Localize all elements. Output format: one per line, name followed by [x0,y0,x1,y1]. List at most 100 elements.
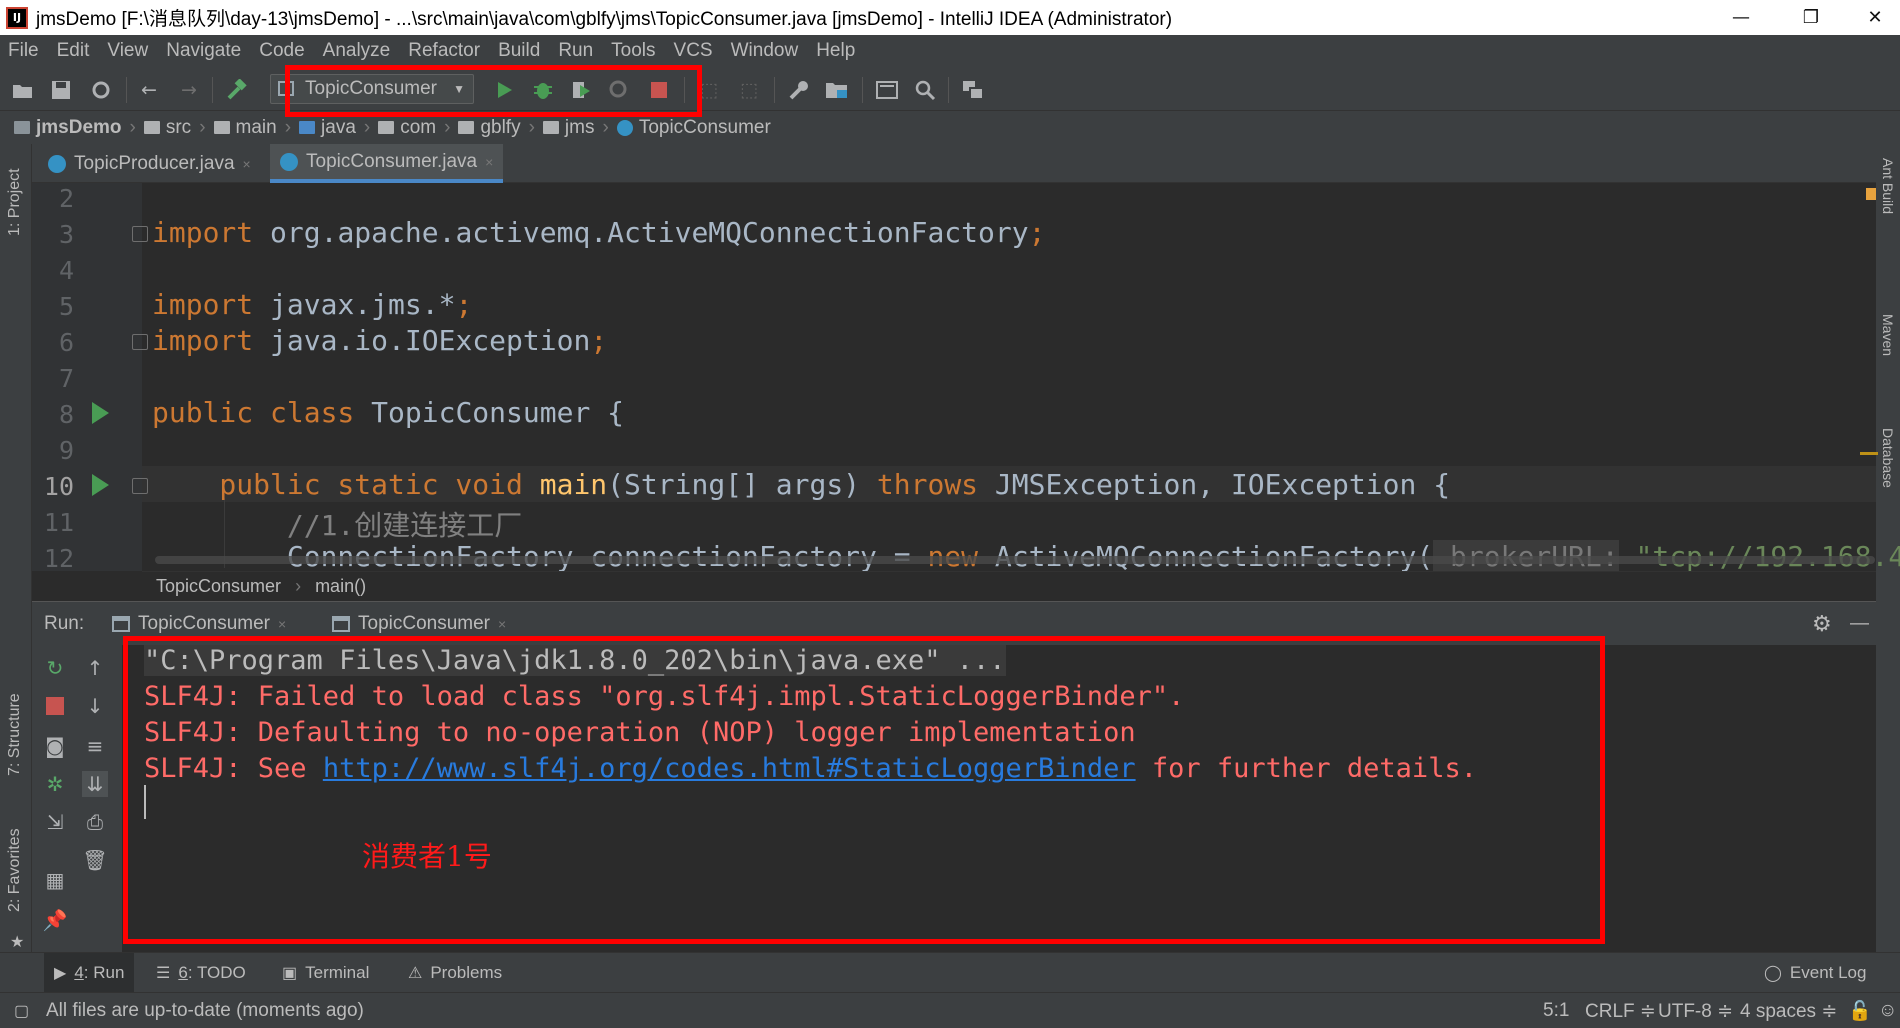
breadcrumb-com[interactable]: com [378,117,436,139]
down-arrow-icon[interactable]: ↓ [82,693,108,719]
breadcrumb-main[interactable]: main [213,117,277,139]
project-tool-button[interactable]: 1: Project [6,168,24,236]
pin-icon[interactable]: 📌 [42,907,68,933]
trash-icon[interactable]: 🗑 [82,847,108,873]
code-line-5: import javax.jms.*; [152,288,473,321]
menu-code[interactable]: Code [259,40,304,62]
event-log-icon: ◯ [1764,965,1782,982]
back-arrow-icon[interactable]: ← [136,77,162,103]
camera-icon[interactable]: ◙ [42,733,68,759]
menu-run[interactable]: Run [558,40,593,62]
menu-bar: File Edit View Navigate Code Analyze Ref… [0,35,1900,67]
tab-topicconsumer[interactable]: TopicConsumer.java × [270,144,504,183]
package-icon [458,121,475,134]
crumb-method[interactable]: main() [315,576,366,597]
structure-tool-button[interactable]: 7: Structure [6,693,24,776]
warning-marker[interactable] [1866,188,1876,200]
window-icon [332,616,350,632]
close-tab-icon[interactable]: × [485,154,493,170]
breadcrumb-label: TopicConsumer [638,116,771,138]
up-arrow-icon[interactable]: ↑ [82,655,108,681]
lock-icon[interactable]: 🔓 [1848,993,1872,1028]
line-separator-select[interactable]: CRLF ≑ [1585,993,1656,1028]
maven-tool-button[interactable]: Maven [1880,314,1896,356]
crumb-class[interactable]: TopicConsumer [156,576,281,597]
minimize-button[interactable]: — [1710,0,1772,35]
inspector-icon[interactable]: ☺ [1878,993,1897,1028]
run-gutter-icon[interactable] [92,474,109,496]
menu-window[interactable]: Window [731,40,799,62]
menu-analyze[interactable]: Analyze [323,40,391,62]
hide-panel-button[interactable]: — [1850,602,1869,646]
close-tab-icon[interactable]: × [278,616,286,632]
indent-select[interactable]: 4 spaces ≑ [1740,993,1837,1028]
settings-wrench-icon[interactable] [786,77,812,103]
stripe-marker[interactable] [1860,452,1878,455]
shortcut-number: 6 [178,963,188,982]
debug-icon[interactable]: ✲ [42,771,68,797]
build-hammer-icon[interactable] [224,77,250,103]
breadcrumb-gblfy[interactable]: gblfy [458,116,521,139]
fold-icon[interactable] [132,334,148,350]
print-icon[interactable]: ⎙ [82,809,108,835]
scroll-to-end-icon[interactable]: ⇊ [82,771,108,797]
event-log-tool-button[interactable]: ◯ Event Log [1764,953,1866,993]
line-number: 3 [58,220,74,249]
run-gutter-icon[interactable] [92,402,109,424]
breadcrumb-src[interactable]: src [143,117,191,139]
rerun-icon[interactable]: ↻ [42,655,68,681]
save-icon[interactable] [48,77,74,103]
status-message[interactable]: All files are up-to-date (moments ago) [46,993,364,1028]
line-number: 8 [58,400,74,429]
close-tab-icon[interactable]: × [498,616,506,632]
menu-refactor[interactable]: Refactor [408,40,480,62]
restore-button[interactable]: ❐ [1780,0,1842,35]
stop-icon[interactable] [42,693,68,719]
breadcrumb-class[interactable]: TopicConsumer [616,116,771,139]
ant-build-tool-button[interactable]: Ant Build [1880,158,1896,214]
project-structure-icon[interactable] [824,77,850,103]
breadcrumb-jms[interactable]: jms [542,117,594,139]
favorites-tool-button[interactable]: 2: Favorites [6,828,24,912]
fold-icon[interactable] [132,226,148,242]
close-button[interactable]: ✕ [1850,0,1900,35]
encoding-select[interactable]: UTF-8 ≑ [1658,993,1733,1028]
tool-button-label: Event Log [1789,963,1867,982]
menu-vcs[interactable]: VCS [674,40,713,62]
menu-tools[interactable]: Tools [611,40,655,62]
terminal-tool-button[interactable]: ▣ Terminal [282,953,369,993]
menu-edit[interactable]: Edit [57,40,90,62]
update-icon[interactable]: ⬚ [736,77,762,103]
breadcrumb-project[interactable]: jmsDemo [14,117,122,139]
tasks-icon[interactable] [960,77,986,103]
menu-build[interactable]: Build [498,40,540,62]
menu-navigate[interactable]: Navigate [166,40,241,62]
search-icon[interactable] [912,77,938,103]
menu-view[interactable]: View [107,40,148,62]
breadcrumb-label: gblfy [480,116,521,138]
window-title: jmsDemo [F:\消息队列\day-13\jmsDemo] - ...\s… [36,9,1173,30]
run-tool-button[interactable]: ▶ 4: Run [44,953,135,993]
horizontal-scrollbar[interactable] [155,556,1875,564]
soft-wrap-icon[interactable]: ≡ [82,733,108,759]
tab-topicproducer[interactable]: TopicProducer.java × [38,144,261,183]
sync-icon[interactable] [88,77,114,103]
caret-position[interactable]: 5:1 [1543,993,1569,1028]
problems-tool-button[interactable]: ⚠ Problems [408,953,502,993]
layout-icon[interactable]: ▦ [42,867,68,893]
close-tab-icon[interactable]: × [243,156,251,172]
database-tool-button[interactable]: Database [1880,428,1896,488]
title-bar: IJ jmsDemo [F:\消息队列\day-13\jmsDemo] - ..… [0,0,1900,35]
terminal-icon[interactable] [874,77,900,103]
login-icon[interactable]: ⇲ [42,809,68,835]
class-icon [616,119,633,136]
gear-icon[interactable]: ⚙ [1812,602,1832,646]
breadcrumb-java[interactable]: java [299,117,356,139]
todo-tool-button[interactable]: ☰ 6: TODO [156,953,246,993]
menu-file[interactable]: File [8,40,39,62]
status-panel-icon[interactable]: ▢ [14,993,29,1028]
forward-arrow-icon[interactable]: → [176,77,202,103]
fold-icon[interactable] [132,478,148,494]
menu-help[interactable]: Help [816,40,855,62]
open-folder-icon[interactable] [10,77,36,103]
